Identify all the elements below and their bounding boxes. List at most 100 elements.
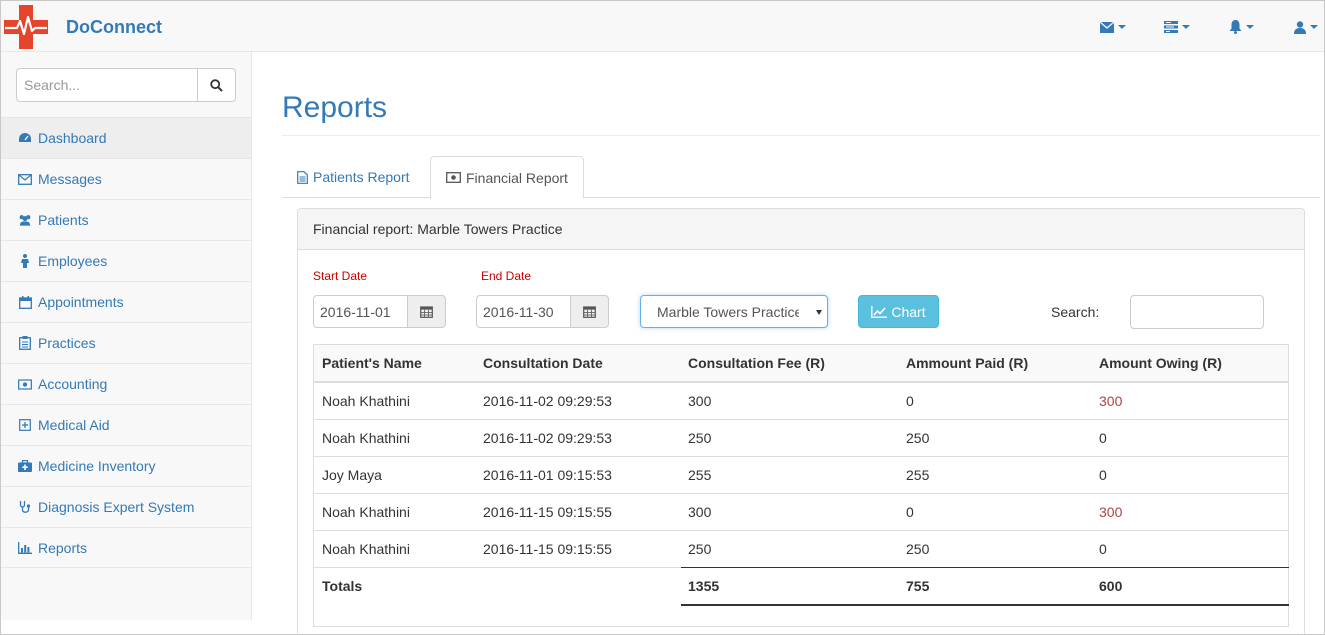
amount-paid-cell: 0 (898, 381, 1091, 419)
chevron-down-icon (816, 310, 822, 315)
column-header[interactable]: Consultation Fee (R) (680, 345, 898, 383)
practice-select-value: Marble Towers Practice (657, 303, 799, 320)
tasks-dropdown[interactable] (1164, 18, 1190, 36)
sidebar-menu: Dashboard Messages Patients Employees Ap… (1, 117, 251, 568)
total-owing-cell: 600 (1091, 566, 1288, 604)
column-header[interactable]: Consultation Date (475, 345, 680, 383)
sidebar-item-medicine-inventory[interactable]: Medicine Inventory (1, 445, 251, 486)
person-icon (18, 254, 32, 268)
sidebar-item-label: Medicine Inventory (38, 458, 156, 474)
totals-top-rule (681, 567, 1289, 568)
start-date-picker: 2016-11-01 (313, 295, 446, 328)
user-dropdown[interactable] (1294, 18, 1318, 36)
calendar-icon (18, 295, 32, 309)
total-paid-cell: 755 (898, 566, 1091, 604)
search-icon (210, 78, 223, 92)
tasks-icon (1164, 21, 1178, 33)
sidebar-search-button[interactable] (198, 68, 236, 102)
sidebar-search (16, 68, 236, 102)
practice-select[interactable]: Marble Towers Practice (640, 295, 828, 328)
column-header[interactable]: Patient's Name (314, 345, 475, 383)
sidebar-item-patients[interactable]: Patients (1, 199, 251, 240)
sidebar-item-label: Reports (38, 539, 88, 556)
title-divider (282, 135, 1320, 136)
plus-square-icon (18, 418, 32, 432)
amount-owing-cell: 300 (1091, 381, 1288, 419)
alerts-dropdown[interactable] (1229, 18, 1254, 36)
amount-paid-cell: 0 (898, 492, 1091, 530)
sidebar-item-messages[interactable]: Messages (1, 158, 251, 199)
sidebar-item-accounting[interactable]: Accounting (1, 363, 251, 404)
table-row: Noah Khathini 2016-11-15 09:15:55 250 25… (314, 529, 1288, 567)
consultation-date-cell: 2016-11-15 09:15:55 (475, 492, 680, 530)
consultation-fee-cell: 250 (680, 418, 898, 456)
column-header[interactable]: Amount Owing (R) (1091, 345, 1288, 383)
patient-name-cell: Noah Khathini (314, 529, 475, 567)
start-date-label: Start Date (313, 269, 368, 283)
chart-button[interactable]: Chart (858, 295, 939, 328)
sidebar-item-practices[interactable]: Practices (1, 322, 251, 363)
patient-name-cell: Noah Khathini (314, 418, 475, 456)
amount-paid-cell: 250 (898, 529, 1091, 567)
amount-owing-cell: 0 (1091, 418, 1288, 456)
dashboard-icon (18, 131, 32, 145)
patient-name-cell: Noah Khathini (314, 381, 475, 419)
tab-patients-report[interactable]: Patients Report (282, 156, 425, 198)
users-icon (18, 213, 32, 227)
chevron-down-icon (1310, 25, 1318, 29)
consultation-date-cell: 2016-11-01 09:15:53 (475, 455, 680, 493)
report-tabs: Patients Report Financial Report (282, 156, 1320, 199)
start-date-input[interactable]: 2016-11-01 (313, 295, 408, 328)
patient-name-cell: Joy Maya (314, 455, 475, 493)
chevron-down-icon (1118, 25, 1126, 29)
table-search-input[interactable] (1130, 295, 1264, 329)
sidebar-item-dashboard[interactable]: Dashboard (1, 117, 251, 158)
sidebar-item-label: Dashboard (38, 130, 107, 146)
table-header-row: Patient's Name Consultation Date Consult… (314, 345, 1288, 383)
start-date-calendar-button[interactable] (408, 295, 446, 328)
sidebar-item-appointments[interactable]: Appointments (1, 281, 251, 322)
table-search-label: Search: (1051, 304, 1100, 320)
totals-row: Totals 1355 755 600 (314, 566, 1288, 604)
user-icon (1294, 20, 1306, 34)
sidebar-search-input[interactable] (16, 68, 198, 102)
tab-label: Patients Report (313, 169, 410, 185)
sidebar-item-label: Practices (38, 335, 96, 351)
table-row: Noah Khathini 2016-11-15 09:15:55 300 0 … (314, 492, 1288, 530)
sidebar-item-reports[interactable]: Reports (1, 527, 251, 568)
consultation-fee-cell: 255 (680, 455, 898, 493)
sidebar-item-label: Accounting (38, 376, 108, 392)
end-date-input[interactable]: 2016-11-30 (476, 295, 571, 328)
consultation-fee-cell: 300 (680, 492, 898, 530)
sidebar-item-label: Messages (38, 171, 102, 187)
page-title: Reports (282, 91, 388, 124)
stethoscope-icon (18, 500, 32, 514)
messages-dropdown[interactable] (1100, 18, 1126, 36)
medical-cross-logo-icon[interactable] (3, 4, 49, 50)
sidebar-item-employees[interactable]: Employees (1, 240, 251, 281)
top-navbar: DoConnect (1, 1, 1324, 52)
envelope-icon (18, 172, 32, 186)
sidebar-item-medical-aid[interactable]: Medical Aid (1, 404, 251, 445)
totals-empty-cell (475, 566, 680, 604)
sidebar-item-label: Patients (38, 212, 89, 228)
patient-name-cell: Noah Khathini (314, 492, 475, 530)
column-header[interactable]: Ammount Paid (R) (898, 345, 1091, 383)
tab-financial-report[interactable]: Financial Report (430, 156, 584, 199)
end-date-calendar-button[interactable] (571, 295, 609, 328)
sidebar-item-label: Medical Aid (38, 417, 110, 433)
medkit-icon (18, 459, 32, 473)
bar-chart-icon (18, 541, 32, 555)
tab-label: Financial Report (466, 169, 568, 186)
money-icon (18, 377, 32, 391)
consultation-fee-cell: 300 (680, 381, 898, 419)
consultation-date-cell: 2016-11-02 09:29:53 (475, 381, 680, 419)
calendar-icon (583, 306, 596, 318)
chevron-down-icon (1182, 25, 1190, 29)
amount-owing-cell: 0 (1091, 529, 1288, 567)
brand-name[interactable]: DoConnect (66, 17, 162, 38)
sidebar-item-diagnosis-expert-system[interactable]: Diagnosis Expert System (1, 486, 251, 527)
chart-button-label: Chart (891, 303, 926, 320)
sidebar-item-label: Employees (38, 253, 108, 269)
sidebar-item-label: Appointments (38, 294, 124, 310)
